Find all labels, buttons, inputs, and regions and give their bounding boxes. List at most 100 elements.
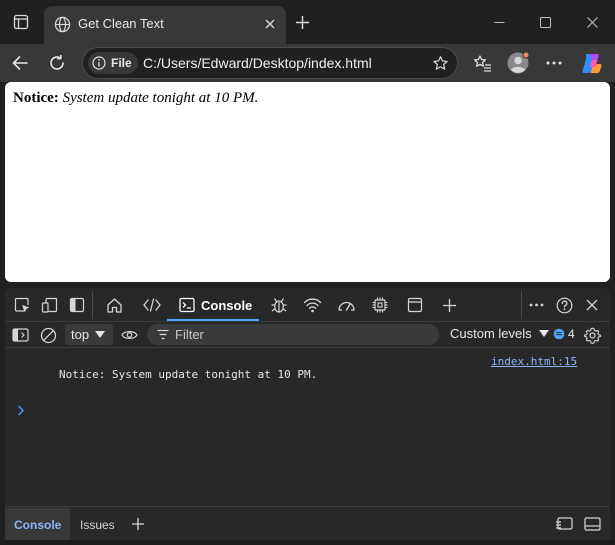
device-emulation-icon: [41, 297, 57, 313]
triangle-down-icon: [538, 330, 549, 337]
maximize-icon: [539, 16, 551, 28]
more-horizontal-icon: [529, 303, 543, 307]
window-close-button[interactable]: [577, 8, 607, 36]
notice-text: System update tonight at 10 PM.: [62, 90, 259, 106]
memory-tab[interactable]: [369, 294, 391, 316]
console-prompt[interactable]: [17, 403, 25, 419]
sources-bug-icon: [271, 298, 287, 313]
console-icon: [179, 297, 195, 313]
drawer-add-tab-button[interactable]: [127, 513, 149, 535]
title-bar: Get Clean Text: [0, 0, 615, 44]
log-levels-dropdown[interactable]: Custom levels: [450, 326, 549, 341]
dock-drawer-icon: [556, 516, 573, 530]
new-tab-button[interactable]: [291, 11, 313, 33]
add-panel-button[interactable]: [438, 294, 460, 316]
refresh-button[interactable]: [42, 48, 72, 78]
tab-console[interactable]: Console: [167, 288, 259, 322]
message-bubble-icon: [553, 328, 565, 340]
star-icon: [432, 55, 448, 70]
gear-icon: [583, 327, 601, 344]
live-expression-button[interactable]: [118, 324, 140, 346]
site-info-button[interactable]: File: [88, 52, 138, 74]
tab-actions-button[interactable]: [8, 10, 34, 34]
back-button[interactable]: [5, 48, 35, 78]
tab-close-button[interactable]: [260, 14, 280, 34]
dock-sidebar-icon: [69, 297, 85, 313]
more-button[interactable]: [539, 48, 569, 78]
console-filter-input[interactable]: Filter: [147, 324, 439, 345]
favorites-button[interactable]: [467, 48, 497, 78]
performance-gauge-icon: [337, 301, 355, 311]
tab-console-label: Console: [201, 297, 253, 313]
elements-icon: [143, 298, 161, 312]
avatar-icon: [507, 51, 530, 74]
eye-icon: [120, 331, 138, 339]
window-bottom-edge: [0, 540, 615, 545]
issues-counter[interactable]: 4: [553, 327, 575, 341]
home-icon: [106, 297, 122, 313]
memory-chip-icon: [372, 297, 388, 313]
profile-button[interactable]: [503, 48, 533, 78]
elements-tab[interactable]: [141, 294, 163, 316]
browser-tab[interactable]: Get Clean Text: [44, 6, 286, 44]
log-source-link[interactable]: index.html:15: [491, 355, 577, 368]
active-tab-indicator: [167, 319, 259, 321]
globe-icon: [52, 14, 72, 34]
help-button[interactable]: [553, 294, 575, 316]
favorite-button[interactable]: [429, 52, 451, 74]
devtools-more-button[interactable]: [525, 294, 547, 316]
context-selector[interactable]: top: [65, 324, 113, 345]
drawer-tab-console[interactable]: Console: [5, 508, 71, 540]
copilot-icon: [582, 54, 602, 73]
sources-tab[interactable]: [268, 294, 290, 316]
address-bar[interactable]: File C:/Users/Edward/Desktop/index.html: [82, 47, 458, 79]
arrow-left-icon: [12, 56, 28, 70]
clear-console-button[interactable]: [37, 324, 59, 346]
network-wifi-icon: [303, 298, 321, 313]
inspect-button[interactable]: [11, 294, 33, 316]
close-icon: [586, 299, 598, 311]
issues-count: 4: [568, 327, 575, 341]
chevron-right-icon: [18, 405, 24, 416]
devtools-tab-bar: Console: [5, 288, 610, 322]
close-icon: [586, 16, 598, 28]
home-button[interactable]: [103, 294, 125, 316]
clear-block-icon: [40, 327, 56, 343]
show-sidebar-button[interactable]: [9, 324, 31, 346]
filter-icon: [157, 329, 169, 340]
more-horizontal-icon: [546, 61, 562, 65]
application-tab[interactable]: [404, 294, 426, 316]
minimize-drawer-icon: [583, 517, 601, 531]
toolbar-divider: [92, 291, 93, 319]
plus-icon: [295, 15, 309, 29]
console-filter-bar: top Filter Custom levels 4: [5, 322, 610, 348]
add-panel-icon: [442, 298, 456, 312]
plus-icon: [132, 518, 144, 530]
maximize-button[interactable]: [530, 8, 560, 36]
filter-placeholder: Filter: [175, 327, 204, 342]
performance-tab[interactable]: [335, 294, 357, 316]
console-settings-button[interactable]: [581, 324, 603, 346]
devtools-panel: Console top Filter Custom levels 4 index…: [5, 288, 610, 540]
console-log-message: Notice: System update tonight at 10 PM.: [59, 368, 318, 381]
devtools-close-button[interactable]: [581, 294, 603, 316]
dock-sidebar-button[interactable]: [66, 294, 88, 316]
site-badge-label: File: [111, 56, 132, 70]
context-selector-value: top: [71, 327, 90, 342]
network-tab[interactable]: [301, 294, 323, 316]
minimize-button[interactable]: [484, 8, 514, 36]
page-viewport: Notice: System update tonight at 10 PM.: [5, 82, 610, 282]
info-icon: [92, 56, 106, 70]
favorites-list-icon: [473, 54, 491, 72]
url-text[interactable]: C:/Users/Edward/Desktop/index.html: [143, 55, 372, 71]
application-panel-icon: [407, 297, 423, 313]
device-emulation-button[interactable]: [38, 294, 60, 316]
minimize-drawer-button[interactable]: [581, 513, 603, 535]
sidebar-toggle-icon: [11, 328, 29, 342]
minimize-icon: [494, 21, 504, 23]
drawer-tab-issues[interactable]: Issues: [71, 508, 124, 540]
toolbar-divider: [521, 291, 522, 319]
copilot-button[interactable]: [577, 48, 607, 78]
dock-drawer-button[interactable]: [553, 513, 575, 535]
close-icon: [265, 19, 275, 29]
